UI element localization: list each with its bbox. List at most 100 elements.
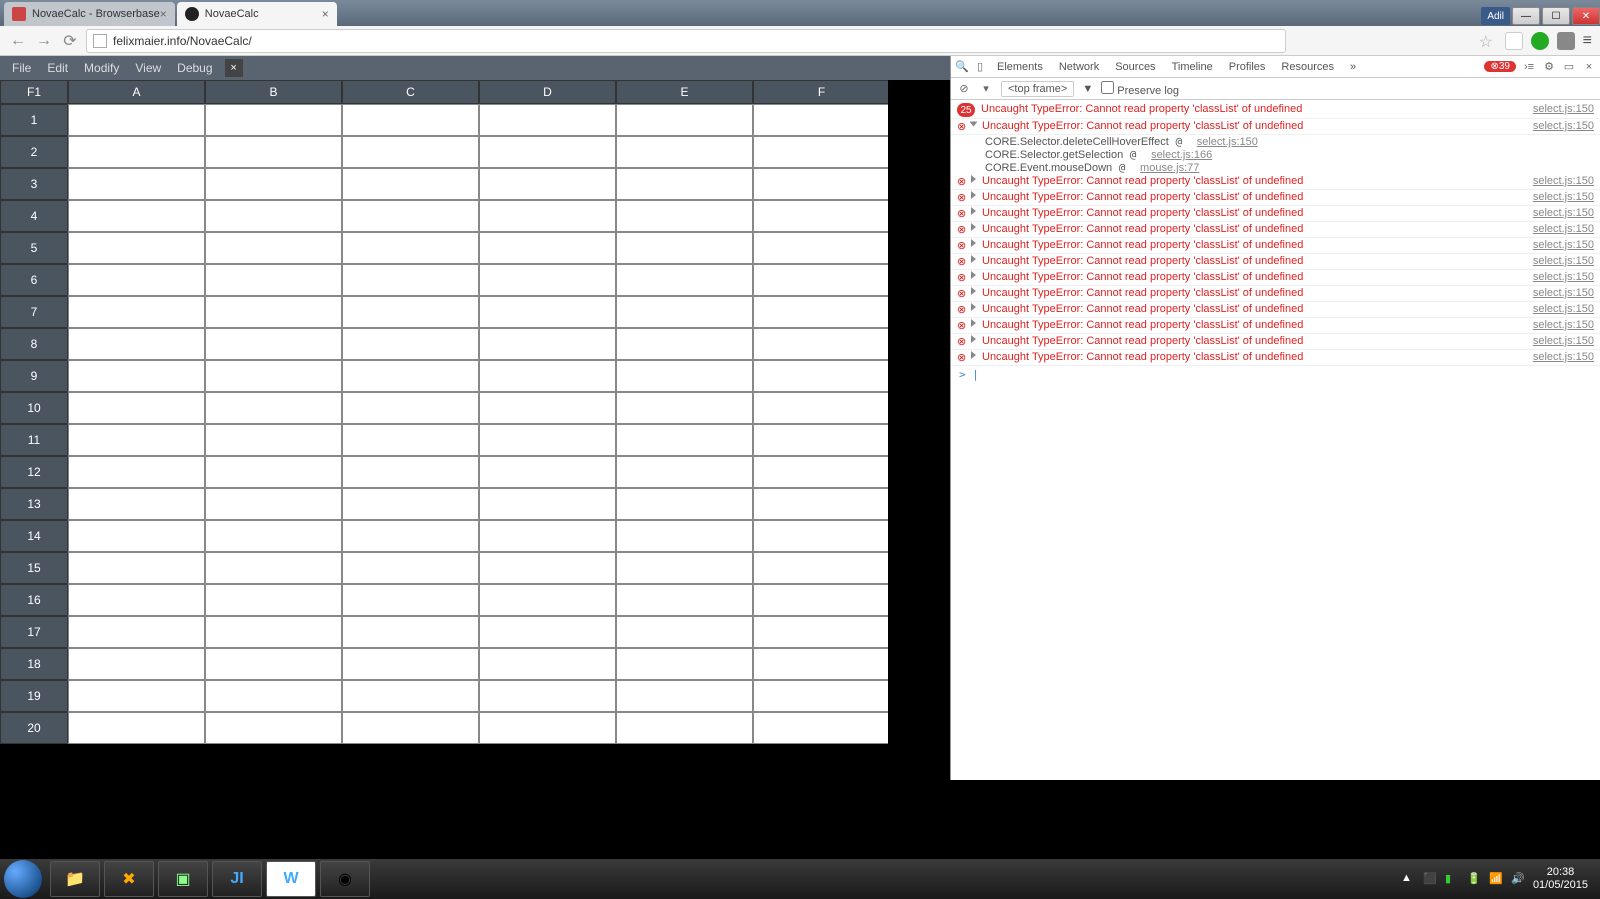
row-header[interactable]: 13	[0, 488, 68, 520]
cell[interactable]	[616, 328, 753, 360]
cell[interactable]	[616, 424, 753, 456]
dock-icon[interactable]: ▭	[1562, 60, 1576, 74]
expand-triangle-icon[interactable]	[971, 335, 976, 343]
column-header[interactable]: F	[753, 80, 890, 104]
cell[interactable]	[616, 168, 753, 200]
cell[interactable]	[342, 552, 479, 584]
cell[interactable]	[205, 232, 342, 264]
extension-icon[interactable]	[1557, 32, 1575, 50]
error-count-badge[interactable]: ⊗39	[1484, 61, 1516, 72]
row-header[interactable]: 20	[0, 712, 68, 744]
row-header[interactable]: 11	[0, 424, 68, 456]
cell[interactable]	[205, 488, 342, 520]
cell[interactable]	[616, 520, 753, 552]
devtools-tab-sources[interactable]: Sources	[1109, 59, 1161, 75]
sheet-close-button[interactable]: ×	[225, 59, 243, 77]
cell[interactable]	[68, 488, 205, 520]
cell[interactable]	[479, 392, 616, 424]
cell[interactable]	[342, 680, 479, 712]
cell[interactable]	[342, 232, 479, 264]
row-header[interactable]: 9	[0, 360, 68, 392]
back-button[interactable]: ←	[8, 31, 28, 51]
cell[interactable]	[616, 104, 753, 136]
cell[interactable]	[68, 168, 205, 200]
cell[interactable]	[479, 264, 616, 296]
cell[interactable]	[205, 552, 342, 584]
bookmark-star-icon[interactable]: ☆	[1479, 32, 1497, 50]
cell[interactable]	[479, 712, 616, 744]
devtools-overflow-icon[interactable]: »	[1344, 59, 1362, 75]
cell[interactable]	[479, 616, 616, 648]
cell[interactable]	[753, 328, 890, 360]
cell[interactable]	[205, 328, 342, 360]
row-header[interactable]: 5	[0, 232, 68, 264]
dropdown-icon[interactable]: ▼	[1082, 83, 1093, 95]
cell[interactable]	[616, 296, 753, 328]
taskbar-word-icon[interactable]: W	[266, 861, 316, 897]
cell[interactable]	[342, 360, 479, 392]
row-header[interactable]: 16	[0, 584, 68, 616]
cell[interactable]	[616, 488, 753, 520]
extension-icon[interactable]	[1505, 32, 1523, 50]
cell[interactable]	[616, 616, 753, 648]
settings-gear-icon[interactable]: ⚙	[1542, 60, 1556, 74]
cell[interactable]	[205, 392, 342, 424]
cell[interactable]	[68, 392, 205, 424]
source-link[interactable]: select.js:150	[1533, 120, 1594, 133]
cell[interactable]	[616, 456, 753, 488]
console-error-row[interactable]: ⊗Uncaught TypeError: Cannot read propert…	[951, 302, 1600, 318]
cell[interactable]	[753, 584, 890, 616]
devtools-tab-resources[interactable]: Resources	[1275, 59, 1340, 75]
column-header[interactable]: E	[616, 80, 753, 104]
cell[interactable]	[616, 264, 753, 296]
row-header[interactable]: 6	[0, 264, 68, 296]
menu-debug[interactable]: Debug	[169, 56, 220, 80]
console-error-row[interactable]: ⊗Uncaught TypeError: Cannot read propert…	[951, 238, 1600, 254]
cell[interactable]	[753, 392, 890, 424]
row-header[interactable]: 10	[0, 392, 68, 424]
cell[interactable]	[68, 136, 205, 168]
cell[interactable]	[479, 584, 616, 616]
cell[interactable]	[479, 552, 616, 584]
window-close-button[interactable]: ✕	[1572, 7, 1600, 25]
source-link[interactable]: select.js:150	[1197, 136, 1258, 148]
cell[interactable]	[205, 200, 342, 232]
cell[interactable]	[479, 232, 616, 264]
expand-triangle-icon[interactable]	[971, 191, 976, 199]
minimize-button[interactable]: —	[1512, 7, 1540, 25]
cell[interactable]	[205, 104, 342, 136]
cell[interactable]	[616, 232, 753, 264]
source-link[interactable]: mouse.js:77	[1140, 162, 1199, 174]
cell[interactable]	[342, 712, 479, 744]
console-error-row[interactable]: ⊗Uncaught TypeError: Cannot read propert…	[951, 334, 1600, 350]
cell[interactable]	[342, 200, 479, 232]
cell[interactable]	[68, 456, 205, 488]
tray-up-icon[interactable]: ▲	[1401, 872, 1415, 886]
frame-selector[interactable]: <top frame>	[1001, 81, 1074, 97]
cell[interactable]	[205, 456, 342, 488]
source-link[interactable]: select.js:150	[1533, 103, 1594, 117]
tray-icon[interactable]: ⬛	[1423, 872, 1437, 886]
search-icon[interactable]: 🔍	[955, 60, 969, 74]
row-header[interactable]: 8	[0, 328, 68, 360]
source-link[interactable]: select.js:150	[1533, 351, 1594, 364]
cell[interactable]	[205, 136, 342, 168]
expand-triangle-icon[interactable]	[971, 271, 976, 279]
cell[interactable]	[68, 104, 205, 136]
row-header[interactable]: 1	[0, 104, 68, 136]
cell[interactable]	[753, 168, 890, 200]
console-output[interactable]: 25Uncaught TypeError: Cannot read proper…	[951, 100, 1600, 780]
cell[interactable]	[753, 616, 890, 648]
menu-view[interactable]: View	[127, 56, 169, 80]
source-link[interactable]: select.js:150	[1533, 207, 1594, 220]
source-link[interactable]: select.js:150	[1533, 287, 1594, 300]
source-link[interactable]: select.js:166	[1151, 149, 1212, 161]
row-header[interactable]: 4	[0, 200, 68, 232]
source-link[interactable]: select.js:150	[1533, 335, 1594, 348]
cell[interactable]	[342, 424, 479, 456]
source-link[interactable]: select.js:150	[1533, 271, 1594, 284]
system-clock[interactable]: 20:38 01/05/2015	[1533, 866, 1588, 892]
cell[interactable]	[753, 520, 890, 552]
source-link[interactable]: select.js:150	[1533, 223, 1594, 236]
browser-tab[interactable]: NovaeCalc ×	[177, 2, 337, 26]
